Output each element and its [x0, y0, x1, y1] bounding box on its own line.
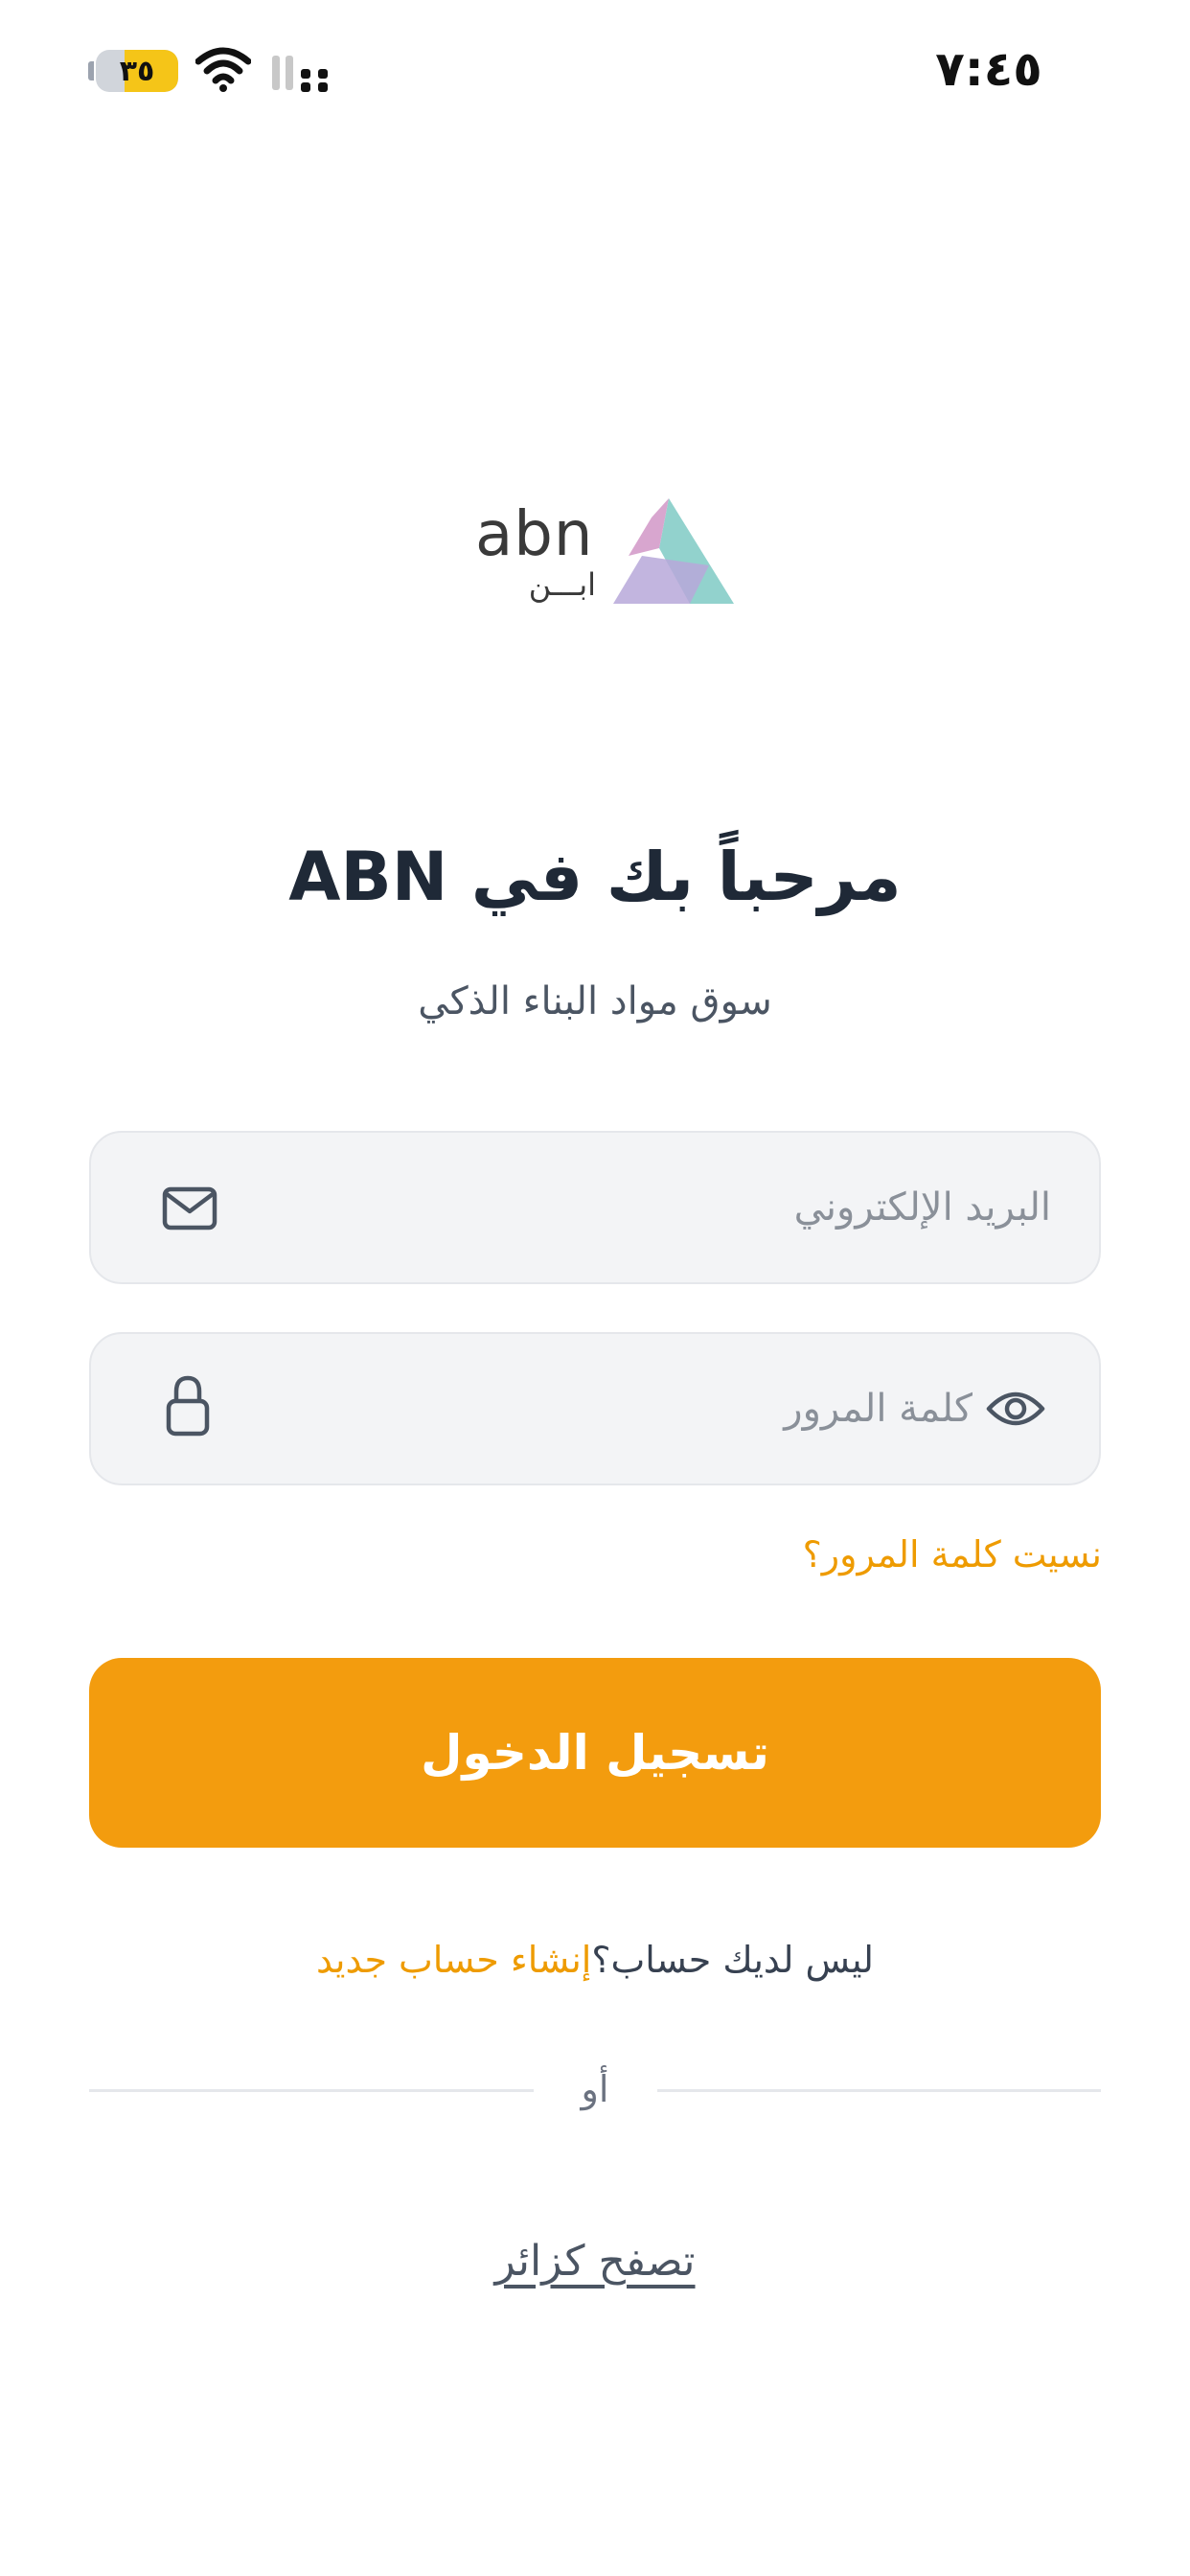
lock-icon [166, 1375, 210, 1437]
browse-as-guest-link[interactable]: تصفح كزائر [402, 2223, 788, 2300]
battery-indicator: ٣٥ [96, 50, 178, 92]
password-field-container [89, 1332, 1101, 1485]
logo-arabic-wordmark: ابـــن [528, 566, 596, 603]
envelope-icon [162, 1186, 217, 1230]
status-time: ٧:٤٥ [935, 41, 1042, 97]
wifi-icon [195, 47, 251, 92]
forgot-password-link[interactable]: نسيت كلمة المرور؟ [671, 1526, 1102, 1583]
create-account-link[interactable]: إنشاء حساب جديد [316, 1939, 591, 1981]
battery-tip [88, 61, 94, 80]
password-input[interactable] [235, 1334, 974, 1484]
signup-prompt: ليس لديك حساب؟ [591, 1939, 875, 1981]
cellular-signal-icon [272, 56, 328, 92]
signup-row: ليس لديك حساب؟إنشاء حساب جديد [96, 1926, 1094, 1993]
divider-line-right [657, 2089, 1101, 2092]
login-button[interactable]: تسجيل الدخول [89, 1658, 1101, 1848]
email-field-container [89, 1131, 1101, 1284]
abn-logo-icon [613, 498, 734, 604]
page-subtitle: سوق مواد البناء الذكي [418, 979, 772, 1024]
battery-level: ٣٥ [119, 54, 155, 88]
page-title: مرحباً بك في ABN [288, 838, 902, 916]
divider-line-left [89, 2089, 534, 2092]
email-input[interactable] [235, 1133, 1053, 1282]
eye-icon[interactable] [986, 1384, 1045, 1434]
logo-wordmark: abn [475, 499, 594, 570]
divider-or-text: أو [581, 2068, 609, 2110]
